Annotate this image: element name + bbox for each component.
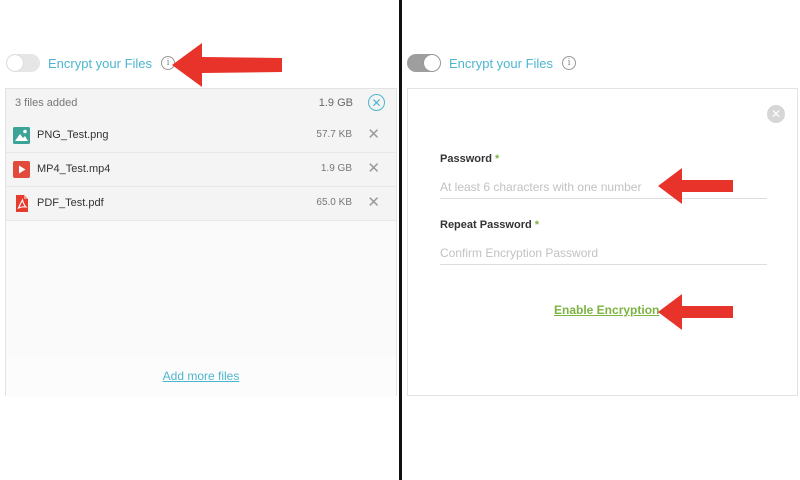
required-marker: *	[495, 153, 500, 165]
file-size: 65.0 KB	[316, 197, 352, 208]
encrypt-toggle-label[interactable]: Encrypt your Files	[48, 56, 152, 71]
encrypt-toggle-label[interactable]: Encrypt your Files	[449, 56, 553, 71]
file-row: PNG_Test.png 57.7 KB ✕	[6, 119, 396, 153]
video-file-icon	[13, 161, 30, 178]
repeat-password-field[interactable]	[440, 242, 767, 265]
file-list-header: 3 files added 1.9 GB ✕	[6, 89, 396, 120]
file-size: 1.9 GB	[320, 163, 352, 174]
encryption-form-card: ✕ Password * Repeat Password * Enable En…	[407, 88, 798, 396]
file-list-card: 3 files added 1.9 GB ✕ PNG_Test.png 57.7…	[5, 88, 397, 397]
required-marker: *	[534, 219, 540, 231]
right-panel: Encrypt your Files i ✕ Password * Repeat…	[403, 0, 800, 480]
info-icon[interactable]: i	[562, 56, 577, 70]
password-label-text: Password	[440, 153, 492, 165]
red-arrow-icon	[658, 294, 733, 330]
file-name: PDF_Test.pdf	[37, 197, 104, 209]
file-row: PDF_Test.pdf 65.0 KB ✕	[6, 187, 396, 221]
file-name: MP4_Test.mp4	[37, 163, 111, 175]
encrypt-toggle-row: Encrypt your Files i	[407, 52, 577, 74]
remove-file-button[interactable]: ✕	[367, 127, 380, 142]
repeat-password-label: Repeat Password *	[440, 219, 539, 231]
image-file-icon	[13, 127, 30, 144]
red-arrow-icon	[172, 43, 282, 87]
red-arrow-icon	[658, 168, 733, 204]
file-size: 57.7 KB	[316, 129, 352, 140]
panel-divider	[399, 0, 402, 480]
enable-encryption-button[interactable]: Enable Encryption	[554, 303, 659, 317]
clear-all-button[interactable]: ✕	[368, 94, 385, 111]
total-size: 1.9 GB	[318, 97, 353, 109]
file-name: PNG_Test.png	[37, 129, 109, 141]
encrypt-toggle-row: Encrypt your Files i	[6, 52, 176, 74]
encrypt-toggle[interactable]	[407, 54, 441, 72]
files-count: 3 files added	[15, 97, 78, 109]
encrypt-toggle[interactable]	[6, 54, 40, 72]
toggle-knob	[7, 55, 23, 71]
password-label: Password *	[440, 153, 499, 165]
repeat-password-label-text: Repeat Password	[440, 219, 532, 231]
pdf-file-icon	[16, 195, 28, 212]
close-form-button[interactable]: ✕	[767, 105, 785, 123]
remove-file-button[interactable]: ✕	[367, 161, 380, 176]
left-panel: Encrypt your Files i 3 files added 1.9 G…	[0, 0, 400, 480]
add-more-files-link[interactable]: Add more files	[6, 369, 396, 383]
file-row: MP4_Test.mp4 1.9 GB ✕	[6, 153, 396, 187]
remove-file-button[interactable]: ✕	[367, 195, 380, 210]
toggle-knob	[424, 55, 440, 71]
